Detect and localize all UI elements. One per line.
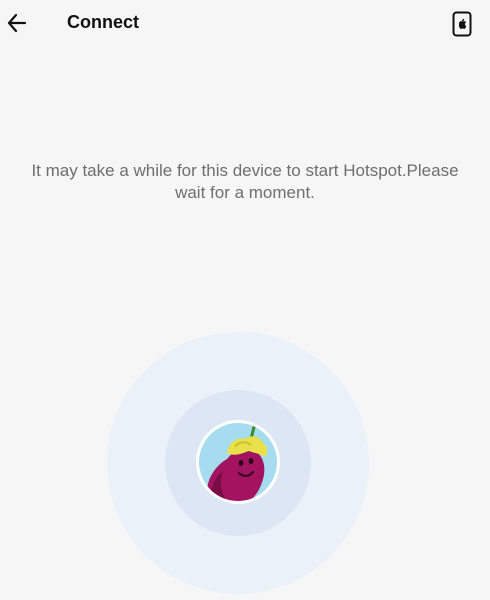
phone-apple-icon: [452, 11, 472, 37]
top-app-bar: Connect: [0, 0, 490, 48]
message-line-1: It may take a while for this device to s…: [31, 161, 459, 180]
page-title: Connect: [67, 12, 139, 32]
message-line-2: wait for a moment.: [175, 183, 315, 202]
device-info-button[interactable]: [448, 8, 476, 40]
arrow-left-icon: [7, 13, 27, 33]
eggplant-avatar-icon: [199, 423, 277, 501]
hotspot-wait-message: It may take a while for this device to s…: [0, 160, 490, 204]
device-avatar: [196, 420, 280, 504]
back-button[interactable]: [2, 6, 32, 40]
